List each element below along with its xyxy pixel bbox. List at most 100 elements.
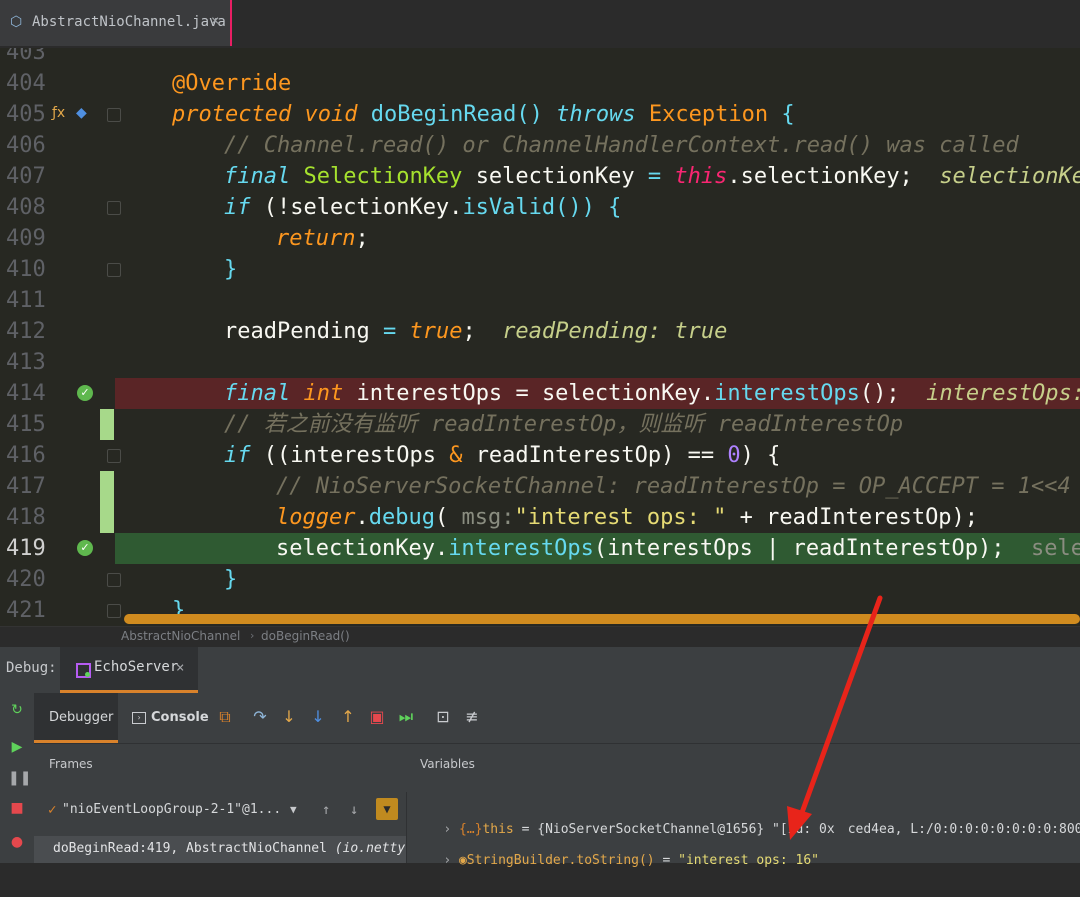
- close-icon[interactable]: ×: [176, 660, 184, 676]
- vcs-change-marker[interactable]: [100, 471, 114, 502]
- code-token: isValid: [462, 195, 556, 220]
- line-number[interactable]: 420: [6, 564, 46, 595]
- line-number[interactable]: 418: [6, 502, 46, 533]
- stack-frame-row[interactable]: doBeginRead:419, AbstractNioChannel (io.…: [34, 836, 406, 863]
- code-line[interactable]: 413: [0, 347, 1080, 378]
- thread-selector[interactable]: ✓ "nioEventLoopGroup-2-1"@1... ▼: [34, 792, 312, 828]
- tab-console[interactable]: Console: [151, 710, 209, 725]
- line-number[interactable]: 404: [6, 68, 46, 99]
- code-line[interactable]: 407 final SelectionKey selectionKey = thi…: [0, 161, 1080, 192]
- code-line[interactable]: 404 @Override: [0, 68, 1080, 99]
- drop-frame-icon[interactable]: ▣: [368, 708, 386, 726]
- code-line[interactable]: 405 ƒx ◆ protected void doBeginRead() throw…: [0, 99, 1080, 130]
- line-number[interactable]: 410: [6, 254, 46, 285]
- code-line[interactable]: 416 if ((interestOps & readInterestOp) ==…: [0, 440, 1080, 471]
- debug-session-tab[interactable]: EchoServer ×: [60, 647, 198, 693]
- line-number[interactable]: 417: [6, 471, 46, 502]
- resume-icon[interactable]: ▶: [8, 738, 26, 756]
- breakpoint-icon[interactable]: ✓: [77, 385, 93, 401]
- line-number[interactable]: 414: [6, 378, 46, 409]
- code-token: }: [224, 567, 238, 592]
- running-dot-icon: [85, 672, 90, 677]
- filter-icon[interactable]: ▼: [376, 798, 398, 820]
- layout-icon[interactable]: ⧉: [216, 708, 234, 726]
- line-number[interactable]: 412: [6, 316, 46, 347]
- implemented-method-icon[interactable]: ◆: [76, 105, 87, 121]
- line-number[interactable]: 408: [6, 192, 46, 223]
- fold-icon[interactable]: [107, 263, 121, 277]
- line-number[interactable]: 419: [6, 533, 46, 564]
- code-token: ;: [462, 319, 476, 344]
- line-number[interactable]: 409: [6, 223, 46, 254]
- run-to-cursor-icon[interactable]: ⏭: [397, 708, 415, 726]
- code-line[interactable]: 409 return;: [0, 223, 1080, 254]
- code-line[interactable]: 415// 若之前没有监听 readInterestOp，则监听 readInt…: [0, 409, 1080, 440]
- editor-tab[interactable]: ⬡ AbstractNioChannel.java ×: [0, 0, 232, 46]
- variable-row[interactable]: › {…}this = {NioServerSocketChannel@1656…: [412, 794, 1080, 837]
- code-token: (interestOps | readInterestOp);: [593, 536, 1005, 561]
- code-token: debug: [368, 505, 435, 530]
- vcs-change-marker[interactable]: [100, 502, 114, 533]
- code-token: +: [739, 505, 753, 530]
- code-line[interactable]: 420}: [0, 564, 1080, 595]
- arrow-down-icon[interactable]: ↓: [350, 802, 358, 818]
- arrow-up-icon[interactable]: ↑: [322, 802, 330, 818]
- step-out-icon[interactable]: ↑: [339, 708, 357, 726]
- code-token: readInterestOp: [717, 412, 904, 437]
- line-number[interactable]: 421: [6, 595, 46, 626]
- line-number[interactable]: 405: [6, 99, 46, 130]
- code-text: final int interestOps = selectionKey.int…: [224, 378, 1080, 409]
- trace-icon[interactable]: ≢: [463, 708, 481, 726]
- step-over-icon[interactable]: ↷: [251, 708, 269, 726]
- fold-icon[interactable]: [107, 108, 121, 122]
- evaluate-expression-icon[interactable]: ⊡: [434, 708, 452, 726]
- force-step-into-icon[interactable]: ↓: [309, 708, 327, 726]
- code-token: if: [224, 443, 251, 468]
- code-line[interactable]: 403: [0, 48, 1080, 68]
- thread-label: "nioEventLoopGroup-2-1"@1...: [62, 802, 282, 817]
- stop-icon[interactable]: ■: [8, 799, 26, 817]
- line-number[interactable]: 406: [6, 130, 46, 161]
- line-number[interactable]: 411: [6, 285, 46, 316]
- code-line[interactable]: 410}: [0, 254, 1080, 285]
- code-line[interactable]: 414 ✓ final int interestOps = selectionKey…: [0, 378, 1080, 409]
- close-icon[interactable]: ×: [211, 13, 219, 29]
- line-number[interactable]: 407: [6, 161, 46, 192]
- vcs-change-marker[interactable]: [100, 409, 114, 440]
- fold-icon[interactable]: [107, 604, 121, 618]
- code-line[interactable]: 412 readPending = true; readPending: true: [0, 316, 1080, 347]
- step-into-icon[interactable]: ↓: [280, 708, 298, 726]
- code-line[interactable]: 408 if (!selectionKey.isValid()) {: [0, 192, 1080, 223]
- variable-row[interactable]: › ◉StringBuilder.toString() = "interest …: [412, 825, 819, 868]
- rerun-icon[interactable]: ↻: [8, 701, 26, 719]
- tab-debugger[interactable]: Debugger: [34, 693, 118, 743]
- horizontal-scrollbar[interactable]: [124, 614, 1080, 624]
- line-number[interactable]: 413: [6, 347, 46, 378]
- code-line[interactable]: 406 // Channel.read() or ChannelHandlerCo…: [0, 130, 1080, 161]
- fold-icon[interactable]: [107, 449, 121, 463]
- debug-side-toolbar: ↻ ▶ ❚❚ ■ ●: [0, 693, 34, 863]
- view-breakpoints-icon[interactable]: ●: [8, 833, 26, 851]
- breakpoint-icon[interactable]: ✓: [77, 540, 93, 556]
- code-editor[interactable]: 403 404 @Override 405 ƒx ◆ protected void doBe…: [0, 48, 1080, 626]
- editor-tab-label: AbstractNioChannel.java: [32, 14, 226, 30]
- code-line[interactable]: 419 ✓ selectionKey.interestOps(interestOps…: [0, 533, 1080, 564]
- code-token: readInterestOp);: [766, 505, 979, 530]
- method-override-icon[interactable]: ƒx: [52, 105, 65, 121]
- code-line[interactable]: 411: [0, 285, 1080, 316]
- breadcrumb-class[interactable]: AbstractNioChannel: [121, 629, 240, 643]
- line-number[interactable]: 416: [6, 440, 46, 471]
- line-number[interactable]: 403: [6, 48, 46, 68]
- code-line[interactable]: 417 // NioServerSocketChannel: readIntere…: [0, 471, 1080, 502]
- line-number[interactable]: 415: [6, 409, 46, 440]
- fold-icon[interactable]: [107, 573, 121, 587]
- chevron-right-icon[interactable]: ›: [443, 853, 451, 868]
- fold-icon[interactable]: [107, 201, 121, 215]
- pause-icon[interactable]: ❚❚: [8, 769, 31, 787]
- code-line[interactable]: 418 logger.debug( msg:"interest ops: " + …: [0, 502, 1080, 533]
- breadcrumb-method[interactable]: doBeginRead(): [261, 629, 350, 643]
